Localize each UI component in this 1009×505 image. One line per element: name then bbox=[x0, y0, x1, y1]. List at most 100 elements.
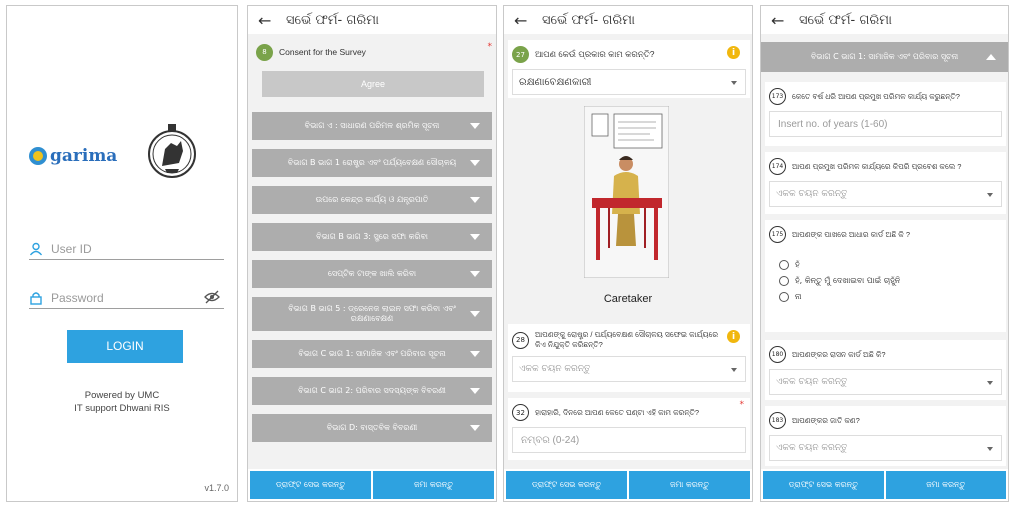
question-number-badge: 32 bbox=[512, 404, 529, 421]
question-row: 183 ଆପଣଙ୍କର ଜାତି କଣ? bbox=[765, 406, 1006, 435]
section-label: ବିଭାଗ B ଭାଗ 1 ରୋଷ୍ଟ୍ର ଏବଂ ପର୍ଯ୍ୟବେକ୍ଷଣ ସ… bbox=[287, 158, 457, 167]
form-footer: ଡ୍ରାଫ୍ଟ ସେଭ କରନ୍ତୁ ଜମା କରନ୍ତୁ bbox=[504, 469, 752, 501]
question-card-174: 174 ଆପଣ ପ୍ରମୁଖ ପରିମଳ କାର୍ଯ୍ୟରେ କିପରି ପ୍ର… bbox=[765, 152, 1006, 214]
it-support-line: IT support Dhwani RIS bbox=[74, 403, 170, 414]
hours-input[interactable]: ନମ୍ବର (0-24) bbox=[512, 427, 746, 453]
question-card-work-type: 27 ଆପଣ କେଉଁ ପ୍ରକାର କାମ କରନ୍ତି? i ରକ୍ଷଣାବ… bbox=[508, 40, 750, 98]
login-screen: garima User ID Password LOGIN Powered by… bbox=[6, 5, 238, 502]
dropdown-arrow-icon bbox=[731, 81, 737, 85]
section-item[interactable]: ସେପ୍ଟିକ ଟାଙ୍କ ଖାଲି କରିବା bbox=[252, 260, 492, 288]
section-item[interactable]: ଉପରେ କେନ୍ଦ୍ର କାର୍ଯ୍ୟ ଓ ଯନ୍ତ୍ରପାତି bbox=[252, 186, 492, 214]
question-text: ଆପଣ ପ୍ରମୁଖ ପରିମଳ କାର୍ଯ୍ୟରେ କିପରି ପ୍ରବେଶ … bbox=[792, 161, 962, 171]
section-label: ବିଭାଗ C ଭାଗ 1: ସାମାଜିକ ଏବଂ ପରିବାର ସୂଚନା bbox=[298, 349, 446, 358]
caret-down-icon bbox=[470, 160, 480, 166]
dropdown-arrow-icon bbox=[987, 447, 993, 451]
question-card-hours: 32 ହାରାହାରି, ଦିନରେ ଆପଣ କେତେ ଘଣ୍ଟା ଏହି କା… bbox=[508, 398, 750, 460]
caste-select[interactable]: ଏକକ ଚୟନ କରନ୍ତୁ bbox=[769, 435, 1002, 461]
radio-label: ନା bbox=[795, 292, 802, 301]
section-item[interactable]: ବିଭାଗ D: ବାସ୍ତବିକ ବିବରଣୀ bbox=[252, 414, 492, 442]
caret-up-icon bbox=[986, 54, 996, 60]
back-arrow-icon[interactable]: ← bbox=[514, 11, 536, 30]
back-arrow-icon[interactable]: ← bbox=[771, 11, 793, 30]
back-arrow-icon[interactable]: ← bbox=[258, 11, 280, 30]
login-button[interactable]: LOGIN bbox=[67, 330, 183, 363]
password-field[interactable]: Password bbox=[29, 287, 224, 309]
page-title: ସର୍ଭେ ଫର୍ମ- ଗରିମା bbox=[286, 12, 379, 28]
info-icon[interactable]: i bbox=[727, 46, 740, 59]
entry-select[interactable]: ଏକକ ଚୟନ କରନ୍ତୁ bbox=[769, 181, 1002, 207]
required-marker: * bbox=[739, 400, 745, 410]
user-id-placeholder: User ID bbox=[51, 241, 92, 256]
question-card-180: 180 ଆପଣଙ୍କର ରାସନ କାର୍ଡ ଅଛି କି? ଏକକ ଚୟନ କ… bbox=[765, 340, 1006, 400]
submit-button[interactable]: ଜମା କରନ୍ତୁ bbox=[885, 471, 1006, 499]
section-item[interactable]: ବିଭାଗ B ଭାଗ 1 ରୋଷ୍ଟ୍ର ଏବଂ ପର୍ଯ୍ୟବେକ୍ଷଣ ସ… bbox=[252, 149, 492, 177]
illustration-caption: Caretaker bbox=[603, 293, 653, 305]
app-bar: ← ସର୍ଭେ ଫର୍ମ- ଗରିମା bbox=[504, 6, 752, 34]
page-title: ସର୍ଭେ ଫର୍ମ- ଗରିମା bbox=[799, 12, 892, 28]
section-label: ବିଭାଗ B ଭାଗ 5 : ଡ୍ରେନେଜ ଲାଇନ ସଫା କରିବା ଏ… bbox=[288, 304, 456, 323]
section-item[interactable]: ବିଭାଗ B ଭାଗ 3: ସ୍ପ୍ରେ ସଫା କରିବା bbox=[252, 223, 492, 251]
employer-select[interactable]: ଏକକ ଚୟନ କରନ୍ତୁ bbox=[512, 356, 746, 382]
radio-button[interactable] bbox=[779, 260, 789, 270]
ration-card-select[interactable]: ଏକକ ଚୟନ କରନ୍ତୁ bbox=[769, 369, 1002, 395]
section-item[interactable]: ବିଭାଗ ଏ : ସାଧାରଣ ପରିମଳ ଶ୍ରମିକ ସୂଚନା bbox=[252, 112, 492, 140]
question-row: 180 ଆପଣଙ୍କର ରାସନ କାର୍ଡ ଅଛି କି? bbox=[765, 340, 1006, 369]
section-label: ବିଭାଗ B ଭାଗ 3: ସ୍ପ୍ରେ ସଫା କରିବା bbox=[316, 232, 428, 241]
radio-option[interactable]: ହଁ bbox=[765, 257, 1006, 273]
section-item[interactable]: ବିଭାଗ C ଭାଗ 1: ସାମାଜିକ ଏବଂ ପରିବାର ସୂଚନା bbox=[252, 340, 492, 368]
survey-sections-screen: ← ସର୍ଭେ ଫର୍ମ- ଗରିମା 8 Consent for the Su… bbox=[247, 5, 497, 502]
caret-down-icon bbox=[470, 123, 480, 129]
agree-button[interactable]: Agree bbox=[262, 71, 484, 97]
years-input[interactable]: Insert no. of years (1-60) bbox=[769, 111, 1002, 137]
section-item[interactable]: ବିଭାଗ B ଭାଗ 5 : ଡ୍ରେନେଜ ଲାଇନ ସଫା କରିବା ଏ… bbox=[252, 297, 492, 331]
radio-label: ହଁ, କିନ୍ତୁ ମୁଁ ଦେଖାଇବା ପାଇଁ ଚାହୁଁନି bbox=[795, 276, 901, 285]
eye-off-icon[interactable] bbox=[204, 290, 220, 304]
select-placeholder: ଏକକ ଚୟନ କରନ୍ତୁ bbox=[776, 189, 848, 199]
question-row: 32 ହାରାହାରି, ଦିନରେ ଆପଣ କେତେ ଘଣ୍ଟା ଏହି କା… bbox=[508, 398, 750, 427]
user-id-field[interactable]: User ID bbox=[29, 238, 224, 260]
garima-logo: garima bbox=[29, 146, 117, 166]
section-header-expanded[interactable]: ବିଭାଗ C ଭାଗ 1: ସାମାଜିକ ଏବଂ ପରିବାର ସୂଚନା bbox=[761, 42, 1008, 72]
consent-question: 8 Consent for the Survey * bbox=[256, 40, 492, 64]
form-footer: ଡ୍ରାଫ୍ଟ ସେଭ କରନ୍ତୁ ଜମା କରନ୍ତୁ bbox=[761, 469, 1008, 501]
caret-down-icon bbox=[470, 197, 480, 203]
caretaker-illustration bbox=[584, 106, 669, 278]
question-text: ହାରାହାରି, ଦିନରେ ଆପଣ କେତେ ଘଣ୍ଟା ଏହି କାମ କ… bbox=[535, 407, 700, 417]
info-icon[interactable]: i bbox=[727, 330, 740, 343]
app-bar: ← ସର୍ଭେ ଫର୍ମ- ଗରିମା bbox=[761, 6, 1008, 34]
consent-label: Consent for the Survey bbox=[279, 47, 366, 57]
select-placeholder: ଏକକ ଚୟନ କରନ୍ତୁ bbox=[776, 377, 848, 387]
section-header-label: ବିଭାଗ C ଭାଗ 1: ସାମାଜିକ ଏବଂ ପରିବାର ସୂଚନା bbox=[810, 52, 959, 61]
question-number-badge: 8 bbox=[256, 43, 273, 61]
select-placeholder: ଏକକ ଚୟନ କରନ୍ତୁ bbox=[519, 364, 591, 374]
question-card-173: 173 କେତେ ବର୍ଷ ଧରି ଆପଣ ପ୍ରମୁଖ ପରିମଳ କାର୍ଯ… bbox=[765, 82, 1006, 146]
work-type-select[interactable]: ରକ୍ଷଣାବେକ୍ଷଣକାରୀ bbox=[512, 69, 746, 95]
save-draft-button[interactable]: ଡ୍ରାଫ୍ଟ ସେଭ କରନ୍ତୁ bbox=[250, 471, 371, 499]
caret-down-icon bbox=[470, 425, 480, 431]
question-text: କେତେ ବର୍ଷ ଧରି ଆପଣ ପ୍ରମୁଖ ପରିମଳ କାର୍ଯ୍ୟ କ… bbox=[792, 91, 960, 101]
submit-button[interactable]: ଜମା କରନ୍ତୁ bbox=[629, 471, 750, 499]
question-row: 28 ଆପଣଙ୍କୁ ରୋଷ୍ଟ୍ର / ପର୍ଯ୍ୟବେକ୍ଷଣ ସୌଚାଳୟ… bbox=[508, 324, 750, 356]
question-card-183: 183 ଆପଣଙ୍କର ଜାତି କଣ? ଏକକ ଚୟନ କରନ୍ତୁ bbox=[765, 406, 1006, 466]
question-row: 175 ଆପଣଙ୍କ ପାଖରେ ଆଧାର କାର୍ଡ ଅଛି କି ? bbox=[765, 220, 1006, 249]
radio-button[interactable] bbox=[779, 276, 789, 286]
question-number-badge: 174 bbox=[769, 158, 786, 175]
section-label: ଉପରେ କେନ୍ଦ୍ର କାର୍ଯ୍ୟ ଓ ଯନ୍ତ୍ରପାତି bbox=[315, 195, 429, 204]
question-number-badge: 27 bbox=[512, 46, 529, 63]
radio-button[interactable] bbox=[779, 292, 789, 302]
powered-by-line: Powered by UMC bbox=[84, 390, 160, 401]
powered-by-text: Powered by UMC IT support Dhwani RIS bbox=[7, 389, 237, 415]
form-footer: ଡ୍ରାଫ୍ଟ ସେଭ କରନ୍ତୁ ଜମା କରନ୍ତୁ bbox=[248, 469, 496, 501]
odisha-emblem-icon bbox=[148, 124, 196, 178]
caret-down-icon bbox=[470, 351, 480, 357]
submit-button[interactable]: ଜମା କରନ୍ତୁ bbox=[373, 471, 494, 499]
select-value: ରକ୍ଷଣାବେକ୍ଷଣକାରୀ bbox=[519, 76, 592, 88]
save-draft-button[interactable]: ଡ୍ରାଫ୍ଟ ସେଭ କରନ୍ତୁ bbox=[763, 471, 884, 499]
question-row: 27 ଆପଣ କେଉଁ ପ୍ରକାର କାମ କରନ୍ତି? i bbox=[508, 40, 750, 69]
question-number-badge: 175 bbox=[769, 226, 786, 243]
radio-option[interactable]: ନା bbox=[765, 289, 1006, 305]
section-item[interactable]: ବିଭାଗ C ଭାଗ 2: ପରିବାର ସଦସ୍ୟଙ୍କ ବିବରଣୀ bbox=[252, 377, 492, 405]
work-type-screen: ← ସର୍ଭେ ଫର୍ମ- ଗରିମା 27 ଆପଣ କେଉଁ ପ୍ରକାର କ… bbox=[503, 5, 753, 502]
save-draft-button[interactable]: ଡ୍ରାଫ୍ଟ ସେଭ କରନ୍ତୁ bbox=[506, 471, 627, 499]
radio-option[interactable]: ହଁ, କିନ୍ତୁ ମୁଁ ଦେଖାଇବା ପାଇଁ ଚାହୁଁନି bbox=[765, 273, 1006, 289]
